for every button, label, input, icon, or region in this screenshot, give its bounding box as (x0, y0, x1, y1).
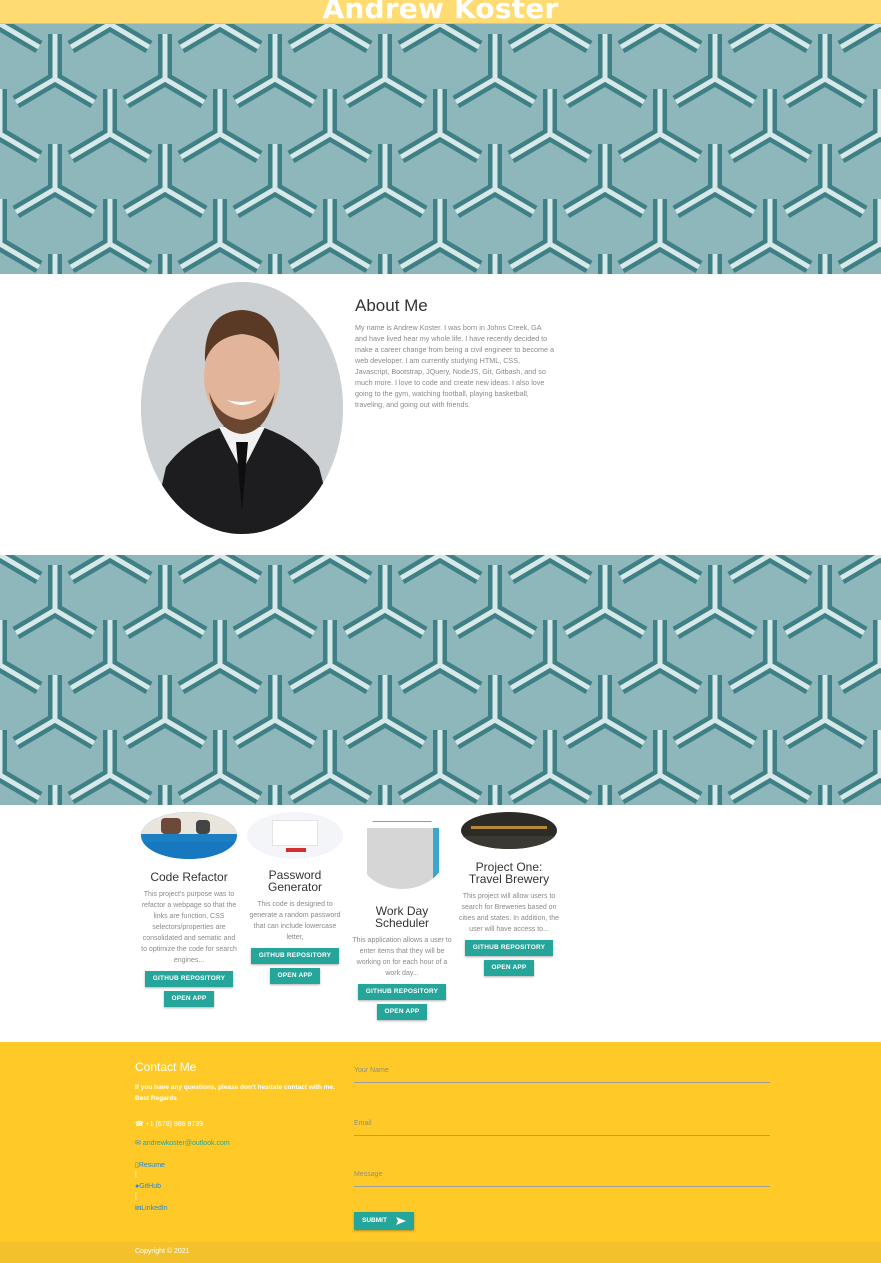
email-placeholder: Email (354, 1120, 372, 1127)
name-field[interactable]: Your Name (354, 1063, 770, 1083)
project-description: This application allows a user to enter … (352, 937, 452, 977)
link-separator: | (135, 1171, 137, 1178)
project-description: This project will allow users to search … (459, 893, 560, 933)
project-thumbnail[interactable] (357, 812, 447, 889)
github-link[interactable]: ●GitHub (135, 1183, 161, 1190)
phone-icon: ☎ (135, 1121, 146, 1128)
pattern-banner-middle (0, 555, 881, 805)
phone-number: +1 (678) 986 9739 (145, 1121, 204, 1128)
project-thumbnail[interactable] (461, 812, 557, 849)
name-placeholder: Your Name (354, 1067, 389, 1074)
github-repository-button[interactable]: Github Repository (357, 984, 447, 1000)
link-separator: | (135, 1193, 137, 1200)
site-title: Andrew Koster (322, 0, 559, 24)
contact-email[interactable]: ✉ andrewkoster@outlook.com (135, 1139, 230, 1147)
project-title: Code Refactor (150, 870, 228, 884)
project-description: This project's purpose was to refactor a… (141, 891, 237, 964)
resume-link[interactable]: ▯Resume (135, 1161, 165, 1169)
linkedin-link[interactable]: inLinkedIn (135, 1205, 168, 1212)
github-repository-button[interactable]: Github Repository (144, 971, 234, 987)
linkedin-link-label[interactable]: LinkedIn (141, 1205, 167, 1212)
submit-button[interactable]: SUBMIT (354, 1212, 414, 1230)
project-card-code-refactor: Code Refactor This project's purpose was… (139, 812, 239, 1007)
portfolio-page: Andrew Koster About Me My name is Andrew… (0, 0, 881, 1263)
project-description: This code is designed to generate a rand… (249, 901, 341, 941)
open-app-button[interactable]: Open App (483, 960, 535, 976)
project-card-work-day-scheduler: Work Day Scheduler This application allo… (352, 812, 452, 1020)
contact-section: Contact Me If you have any questions, pl… (0, 1042, 881, 1242)
resume-link-label[interactable]: Resume (139, 1162, 165, 1169)
open-app-button[interactable]: Open App (269, 968, 321, 984)
site-header: Andrew Koster (0, 0, 881, 24)
message-field[interactable]: Message (354, 1167, 770, 1187)
project-thumbnail[interactable] (141, 812, 237, 859)
email-address[interactable]: andrewkoster@outlook.com (143, 1140, 230, 1147)
project-title: Project One: Travel Brewery (468, 860, 550, 886)
about-title: About Me (355, 296, 428, 315)
message-placeholder: Message (354, 1171, 383, 1178)
open-app-button[interactable]: Open App (376, 1004, 428, 1020)
project-title: Work Day Scheduler (374, 904, 430, 930)
project-card-password-generator: Password Generator This code is designed… (245, 812, 345, 984)
about-text: My name is Andrew Koster. I was born in … (355, 323, 554, 409)
github-link-label[interactable]: GitHub (139, 1183, 161, 1190)
github-repository-button[interactable]: Github Repository (250, 948, 340, 964)
contact-title: Contact Me (135, 1060, 197, 1074)
github-repository-button[interactable]: Github Repository (464, 940, 554, 956)
copyright-text: Copyright © 2021 (135, 1248, 190, 1255)
footer-bar: Copyright © 2021 (0, 1242, 881, 1263)
profile-photo (141, 282, 343, 534)
contact-subtitle: If you have any questions, please don't … (135, 1084, 335, 1102)
email-field[interactable]: Email (354, 1116, 770, 1136)
pattern-banner-top (0, 24, 881, 274)
send-icon (396, 1217, 406, 1225)
project-card-travel-brewery: Project One: Travel Brewery This project… (459, 812, 559, 976)
project-title: Password Generator (267, 868, 323, 894)
open-app-button[interactable]: Open App (163, 991, 215, 1007)
envelope-icon: ✉ (135, 1140, 143, 1147)
project-thumbnail[interactable] (247, 812, 343, 859)
contact-phone: ☎ +1 (678) 986 9739 (135, 1120, 203, 1128)
submit-label: SUBMIT (362, 1217, 387, 1224)
